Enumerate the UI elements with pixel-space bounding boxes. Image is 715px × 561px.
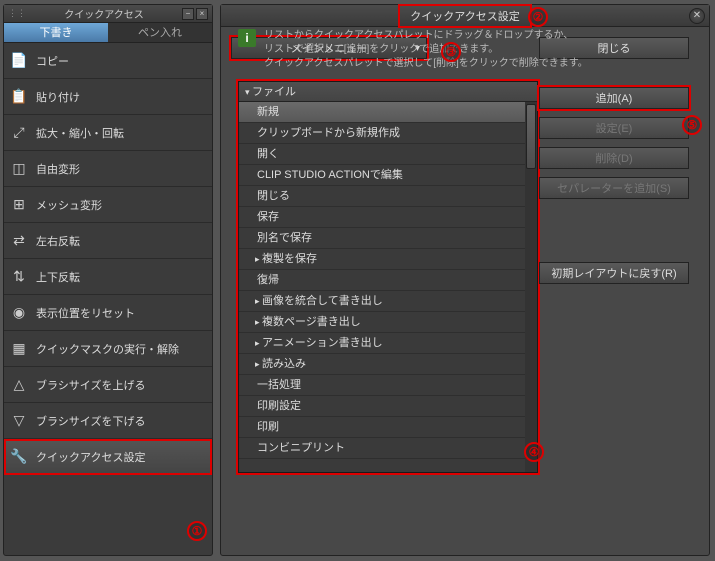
- qa-item[interactable]: ▽ ブラシサイズを下げる: [4, 403, 212, 439]
- qa-item[interactable]: ⤢ 拡大・縮小・回転: [4, 115, 212, 151]
- scrollbar[interactable]: [525, 102, 537, 472]
- add-button[interactable]: 追加(A): [539, 87, 689, 109]
- qa-item[interactable]: ◉ 表示位置をリセット: [4, 295, 212, 331]
- panel-header: ⋮⋮ クイックアクセス − ×: [4, 5, 212, 23]
- qa-item-icon: 📄: [10, 52, 28, 70]
- tree-item[interactable]: 画像を統合して書き出し: [239, 291, 537, 312]
- qa-item[interactable]: 📄 コピー: [4, 43, 212, 79]
- qa-item-icon: ◉: [10, 304, 28, 322]
- qa-item[interactable]: 🔧 クイックアクセス設定: [4, 439, 212, 475]
- tree-item[interactable]: 一括処理: [239, 375, 537, 396]
- qa-item-icon: ▦: [10, 340, 28, 358]
- tab-draft[interactable]: 下書き: [4, 23, 108, 43]
- qa-item-icon: △: [10, 376, 28, 394]
- command-tree: ファイル 新規クリップボードから新規作成開くCLIP STUDIO ACTION…: [238, 81, 538, 473]
- tree-item[interactable]: 複製を保存: [239, 249, 537, 270]
- tree-items: 新規クリップボードから新規作成開くCLIP STUDIO ACTIONで編集閉じ…: [239, 102, 537, 459]
- tree-item[interactable]: 復帰: [239, 270, 537, 291]
- tree-item[interactable]: アニメーション書き出し: [239, 333, 537, 354]
- dialog-header: クイックアクセス設定 ✕: [221, 5, 709, 27]
- qa-item-label: 上下反転: [36, 269, 80, 285]
- tree-item[interactable]: 印刷設定: [239, 396, 537, 417]
- tree-item[interactable]: コンビニプリント: [239, 438, 537, 459]
- reset-layout-button[interactable]: 初期レイアウトに戻す(R): [539, 262, 689, 284]
- qa-item-label: 自由変形: [36, 161, 80, 177]
- grip-icon: ⋮⋮: [8, 8, 26, 19]
- action-buttons: 追加(A) 設定(E) 削除(D) セパレーターを追加(S): [539, 87, 689, 199]
- qa-item-label: 貼り付け: [36, 89, 80, 105]
- tree-item[interactable]: 新規: [239, 102, 537, 123]
- tree-item[interactable]: CLIP STUDIO ACTIONで編集: [239, 165, 537, 186]
- quick-access-list: 📄 コピー 📋 貼り付け ⤢ 拡大・縮小・回転 ◫ 自由変形 ⊞ メッシュ変形 ⇄ 左右反転 ⇅ 上下反転…: [4, 43, 212, 475]
- hint-row: i リストからクイックアクセスパレットにドラッグ＆ドロップするか、 リストで選択…: [238, 29, 698, 71]
- qa-item-icon: ⇄: [10, 232, 28, 250]
- qa-item-icon: ⇅: [10, 268, 28, 286]
- qa-item-icon: 📋: [10, 88, 28, 106]
- qa-item-label: 左右反転: [36, 233, 80, 249]
- window-buttons: − ×: [182, 8, 208, 20]
- minimize-icon[interactable]: −: [182, 8, 194, 20]
- settings-button: 設定(E): [539, 117, 689, 139]
- qa-item[interactable]: ⊞ メッシュ変形: [4, 187, 212, 223]
- dialog-title: クイックアクセス設定: [400, 6, 529, 26]
- qa-item-label: ブラシサイズを上げる: [36, 377, 145, 393]
- info-icon: i: [238, 29, 256, 47]
- close-icon[interactable]: ×: [196, 8, 208, 20]
- delete-button: 削除(D): [539, 147, 689, 169]
- tree-item[interactable]: 印刷: [239, 417, 537, 438]
- tree-item[interactable]: 複数ページ書き出し: [239, 312, 537, 333]
- hint-text: リストからクイックアクセスパレットにドラッグ＆ドロップするか、 リストで選択して…: [264, 29, 588, 71]
- tree-item[interactable]: 保存: [239, 207, 537, 228]
- tab-bar: 下書き ペン入れ: [4, 23, 212, 43]
- tree-group-header[interactable]: ファイル: [239, 82, 537, 102]
- qa-item-label: ブラシサイズを下げる: [36, 413, 145, 429]
- tree-item[interactable]: 閉じる: [239, 186, 537, 207]
- qa-item[interactable]: △ ブラシサイズを上げる: [4, 367, 212, 403]
- qa-item[interactable]: ◫ 自由変形: [4, 151, 212, 187]
- qa-item-icon: ⤢: [10, 124, 28, 142]
- qa-item-icon: 🔧: [10, 448, 28, 466]
- qa-item-label: コピー: [36, 53, 69, 69]
- qa-item-label: 拡大・縮小・回転: [36, 125, 124, 141]
- tree-item[interactable]: 開く: [239, 144, 537, 165]
- add-separator-button: セパレーターを追加(S): [539, 177, 689, 199]
- qa-item[interactable]: ⇄ 左右反転: [4, 223, 212, 259]
- qa-item-icon: ⊞: [10, 196, 28, 214]
- panel-title: クイックアクセス: [26, 6, 182, 21]
- quick-access-settings-dialog: クイックアクセス設定 ✕ メインメニュー 閉じる ファイル 新規クリップボードか…: [220, 4, 710, 556]
- qa-item[interactable]: ⇅ 上下反転: [4, 259, 212, 295]
- qa-item-label: クイックマスクの実行・解除: [36, 341, 179, 357]
- tree-item[interactable]: 別名で保存: [239, 228, 537, 249]
- dialog-body: メインメニュー 閉じる ファイル 新規クリップボードから新規作成開くCLIP S…: [221, 27, 709, 81]
- qa-item[interactable]: ▦ クイックマスクの実行・解除: [4, 331, 212, 367]
- quick-access-panel: ⋮⋮ クイックアクセス − × 下書き ペン入れ 📄 コピー 📋 貼り付け ⤢ 拡大・縮小…: [3, 4, 213, 556]
- qa-item-icon: ◫: [10, 160, 28, 178]
- qa-item-icon: ▽: [10, 412, 28, 430]
- qa-item[interactable]: 📋 貼り付け: [4, 79, 212, 115]
- qa-item-label: クイックアクセス設定: [36, 449, 145, 465]
- scrollbar-thumb[interactable]: [526, 104, 536, 169]
- qa-item-label: 表示位置をリセット: [36, 305, 135, 321]
- close-icon[interactable]: ✕: [689, 8, 705, 24]
- tree-item[interactable]: 読み込み: [239, 354, 537, 375]
- tab-ink[interactable]: ペン入れ: [108, 23, 212, 43]
- qa-item-label: メッシュ変形: [36, 197, 102, 213]
- tree-item[interactable]: クリップボードから新規作成: [239, 123, 537, 144]
